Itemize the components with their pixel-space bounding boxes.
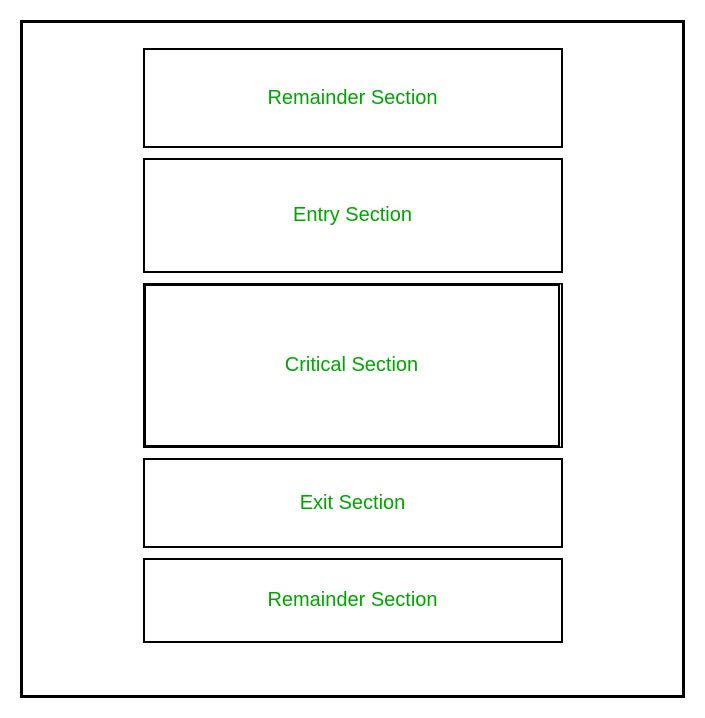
remainder-section-bottom: Remainder Section (143, 558, 563, 643)
diagram-container: Remainder Section Entry Section Critical… (20, 20, 685, 698)
entry-section: Entry Section (143, 158, 563, 273)
exit-section: Exit Section (143, 458, 563, 548)
critical-label: Critical Section (285, 354, 418, 377)
remainder-section-top: Remainder Section (143, 48, 563, 148)
critical-section: Critical Section (143, 283, 563, 448)
remainder-bottom-label: Remainder Section (267, 589, 437, 612)
entry-label: Entry Section (293, 204, 412, 227)
remainder-top-label: Remainder Section (267, 87, 437, 110)
exit-label: Exit Section (300, 492, 406, 515)
